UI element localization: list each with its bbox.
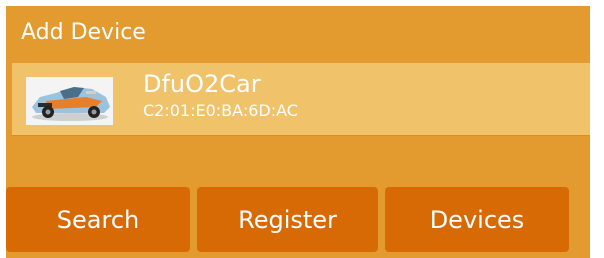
device-address: C2:01:E0:BA:6D:AC: [143, 101, 298, 120]
title-bar: Add Device: [6, 6, 590, 63]
devices-button[interactable]: Devices: [385, 187, 569, 252]
page-title: Add Device: [21, 20, 146, 45]
device-list-item[interactable]: DfuO2Car C2:01:E0:BA:6D:AC: [12, 63, 590, 135]
device-name: DfuO2Car: [143, 70, 261, 98]
search-button[interactable]: Search: [6, 187, 190, 252]
register-button[interactable]: Register: [197, 187, 378, 252]
list-divider: [12, 135, 590, 136]
race-car-icon: [26, 77, 113, 125]
